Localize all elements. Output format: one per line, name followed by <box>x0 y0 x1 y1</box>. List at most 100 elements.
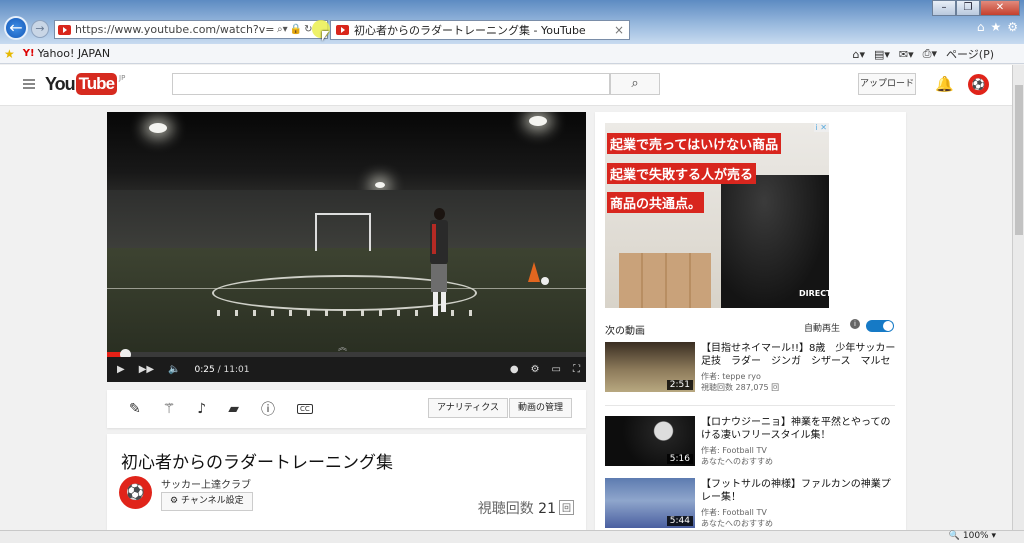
sidebar: 起業で売ってはいけない商品 起業で失敗する人が売る 商品の共通点。 DIRECT… <box>595 112 906 530</box>
duration-badge: 2:51 <box>666 380 693 390</box>
recommendation-views: 視聴回数 287,075 回 <box>701 383 780 392</box>
address-bar[interactable]: https://www.youtube.com/watch?v=kxMibmjt… <box>54 20 328 39</box>
view-count: 視聴回数 21 回 <box>478 498 574 518</box>
next-icon[interactable]: ▶▶ <box>139 364 154 375</box>
player-figure <box>425 208 455 323</box>
ad-line-1: 起業で売ってはいけない商品 <box>607 133 782 154</box>
settings-gear-icon[interactable]: ⚙ <box>531 364 540 375</box>
favorites-star-icon[interactable]: ★ <box>990 20 1001 34</box>
maximize-button[interactable]: ❐ <box>956 0 980 16</box>
minimize-button[interactable]: – <box>932 0 956 16</box>
logo-you: You <box>45 74 76 94</box>
stadium-light <box>149 123 167 133</box>
home-cmd-icon[interactable]: ⌂▾ <box>852 48 865 61</box>
video-player[interactable]: ︽ ▶ ▶▶ 🔈 0:25 / 11:01 ● ⚙ ▭ ⛶ <box>107 112 586 382</box>
channel-name[interactable]: サッカー上達クラブ <box>161 476 251 491</box>
recommendation-title[interactable]: 【目指せネイマール!!】8歳 少年サッカー 足技 ラダー ジンガ シザース マル… <box>701 342 897 368</box>
zoom-level[interactable]: 🔍 100% ▾ <box>949 531 996 541</box>
search-button[interactable]: ⌕ <box>610 73 660 95</box>
ad-line-2: 起業で失敗する人が売る <box>607 163 757 184</box>
player-right-controls: ● ⚙ ▭ ⛶ <box>510 364 586 375</box>
recommendation-item[interactable]: 5:44 【フットサルの神様】ファルカンの神業プレー集！ 作者: Footbal… <box>605 478 905 530</box>
ad-choices-icon[interactable]: i ✕ <box>813 123 829 132</box>
video-thumbnail[interactable]: 5:44 <box>605 478 695 528</box>
ie-toolbar-right: ⌂ ★ ⚙ <box>977 20 1018 34</box>
ad-brand: DIRECT <box>799 289 829 298</box>
mouse-pointer-icon <box>322 31 329 41</box>
mail-icon[interactable]: ✉▾ <box>899 48 914 61</box>
video-thumbnail[interactable]: 2:51 <box>605 342 695 392</box>
lock-icon[interactable]: 🔒 <box>290 24 302 35</box>
training-cone <box>528 262 540 282</box>
autoplay-label: 自動再生 <box>804 324 841 334</box>
recommendation-title[interactable]: 【ロナウジーニョ】神業を平然とやってのける凄いフリースタイル集！ <box>701 416 897 442</box>
ad-banner[interactable]: 起業で売ってはいけない商品 起業で失敗する人が売る 商品の共通点。 DIRECT… <box>605 123 829 308</box>
guide-menu-icon[interactable] <box>23 79 35 89</box>
views-number: 21 <box>538 501 556 517</box>
video-frame[interactable]: ︽ <box>107 112 586 353</box>
video-manager-button[interactable]: 動画の管理 <box>508 398 572 418</box>
theater-mode-icon[interactable]: ▭ <box>552 364 561 375</box>
recommendation-item[interactable]: 5:16 【ロナウジーニョ】神業を平然とやってのける凄いフリースタイル集！ 作者… <box>605 416 905 468</box>
notifications-bell-icon[interactable]: 🔔 <box>935 75 954 93</box>
search-input[interactable] <box>172 73 610 95</box>
print-icon[interactable]: ⎙▾ <box>923 47 937 61</box>
play-icon[interactable]: ▶ <box>117 364 125 375</box>
youtube-logo[interactable]: You Tube JP <box>45 73 125 95</box>
views-label: 視聴回数 <box>477 501 534 517</box>
video-thumbnail[interactable]: 5:16 <box>605 416 695 466</box>
browser-tab[interactable]: 初心者からのラダートレーニング集 - YouTube × <box>330 20 630 40</box>
stadium-light <box>529 116 547 126</box>
favorites-add-icon[interactable]: ★ <box>4 47 15 61</box>
feeds-icon[interactable]: ▤▾ <box>874 48 890 61</box>
favorite-yahoo-japan[interactable]: Yahoo! JAPAN <box>38 47 111 60</box>
subtitles-cc-icon[interactable]: CC <box>297 404 313 414</box>
tab-favicon-icon <box>336 25 349 35</box>
recommendation-meta: あなたへのおすすめ <box>701 457 773 466</box>
edit-pencil-icon[interactable]: ✎ <box>129 401 141 417</box>
channel-avatar[interactable]: ⚽ <box>119 476 152 509</box>
annotations-icon[interactable]: ● <box>510 364 519 375</box>
upload-button[interactable]: アップロード <box>858 73 916 95</box>
account-avatar[interactable]: ⚽ <box>968 74 989 95</box>
back-button[interactable]: ← <box>4 16 28 40</box>
recommendation-channel: 作者: Football TV <box>701 446 767 455</box>
recommendation-title[interactable]: 【フットサルの神様】ファルカンの神業プレー集！ <box>701 478 897 504</box>
soccer-ball <box>541 277 549 285</box>
duration-badge: 5:16 <box>666 454 693 464</box>
ad-line-3: 商品の共通点。 <box>607 192 705 213</box>
close-window-button[interactable]: ✕ <box>980 0 1020 16</box>
goal-frame <box>315 213 371 251</box>
enhancements-wand-icon[interactable]: ⚚ <box>163 401 176 417</box>
fullscreen-icon[interactable]: ⛶ <box>573 364 580 375</box>
youtube-masthead: You Tube JP ⌕ アップロード 🔔 ⚽ <box>0 65 1012 106</box>
gear-icon: ⚙ <box>170 496 181 506</box>
scrollbar-thumb[interactable] <box>1015 85 1023 235</box>
recommendation-item[interactable]: 2:51 【目指せネイマール!!】8歳 少年サッカー 足技 ラダー ジンガ シザ… <box>605 342 905 394</box>
command-bar: ⌂▾ ▤▾ ✉▾ ⎙▾ ページ(P) <box>852 46 994 62</box>
divider <box>605 405 895 406</box>
tools-gear-icon[interactable]: ⚙ <box>1007 20 1018 34</box>
autoplay-info-icon[interactable]: i <box>850 319 860 329</box>
page-scrollbar[interactable] <box>1012 65 1024 530</box>
video-info: 初心者からのラダートレーニング集 ⚽ サッカー上達クラブ ⚙ チャンネル設定 視… <box>107 434 586 530</box>
recommendation-channel: 作者: Football TV <box>701 508 767 517</box>
zoom-value: 100% <box>962 531 989 541</box>
audio-note-icon[interactable]: ♪ <box>197 401 206 417</box>
volume-icon[interactable]: 🔈 <box>168 364 180 375</box>
autoplay-toggle[interactable] <box>866 320 894 332</box>
logo-tube: Tube <box>75 73 118 95</box>
page-menu[interactable]: ページ(P) <box>946 46 994 62</box>
channel-settings-button[interactable]: ⚙ チャンネル設定 <box>161 492 253 511</box>
time-display: 0:25 / 11:01 <box>194 364 250 375</box>
home-icon[interactable]: ⌂ <box>977 20 985 34</box>
video-title: 初心者からのラダートレーニング集 <box>121 453 393 473</box>
annotation-comment-icon[interactable]: ▰ <box>228 401 239 417</box>
tab-close-icon[interactable]: × <box>614 23 624 37</box>
address-url: https://www.youtube.com/watch?v=kxMibmjt <box>75 23 275 36</box>
analytics-button[interactable]: アナリティクス <box>427 398 508 418</box>
search-dropdown-icon[interactable]: ⌕▾ <box>277 24 288 35</box>
cards-info-icon[interactable]: ⓘ <box>261 399 275 419</box>
yahoo-favicon-icon: Y! <box>22 48 35 59</box>
forward-button[interactable]: → <box>31 20 49 38</box>
